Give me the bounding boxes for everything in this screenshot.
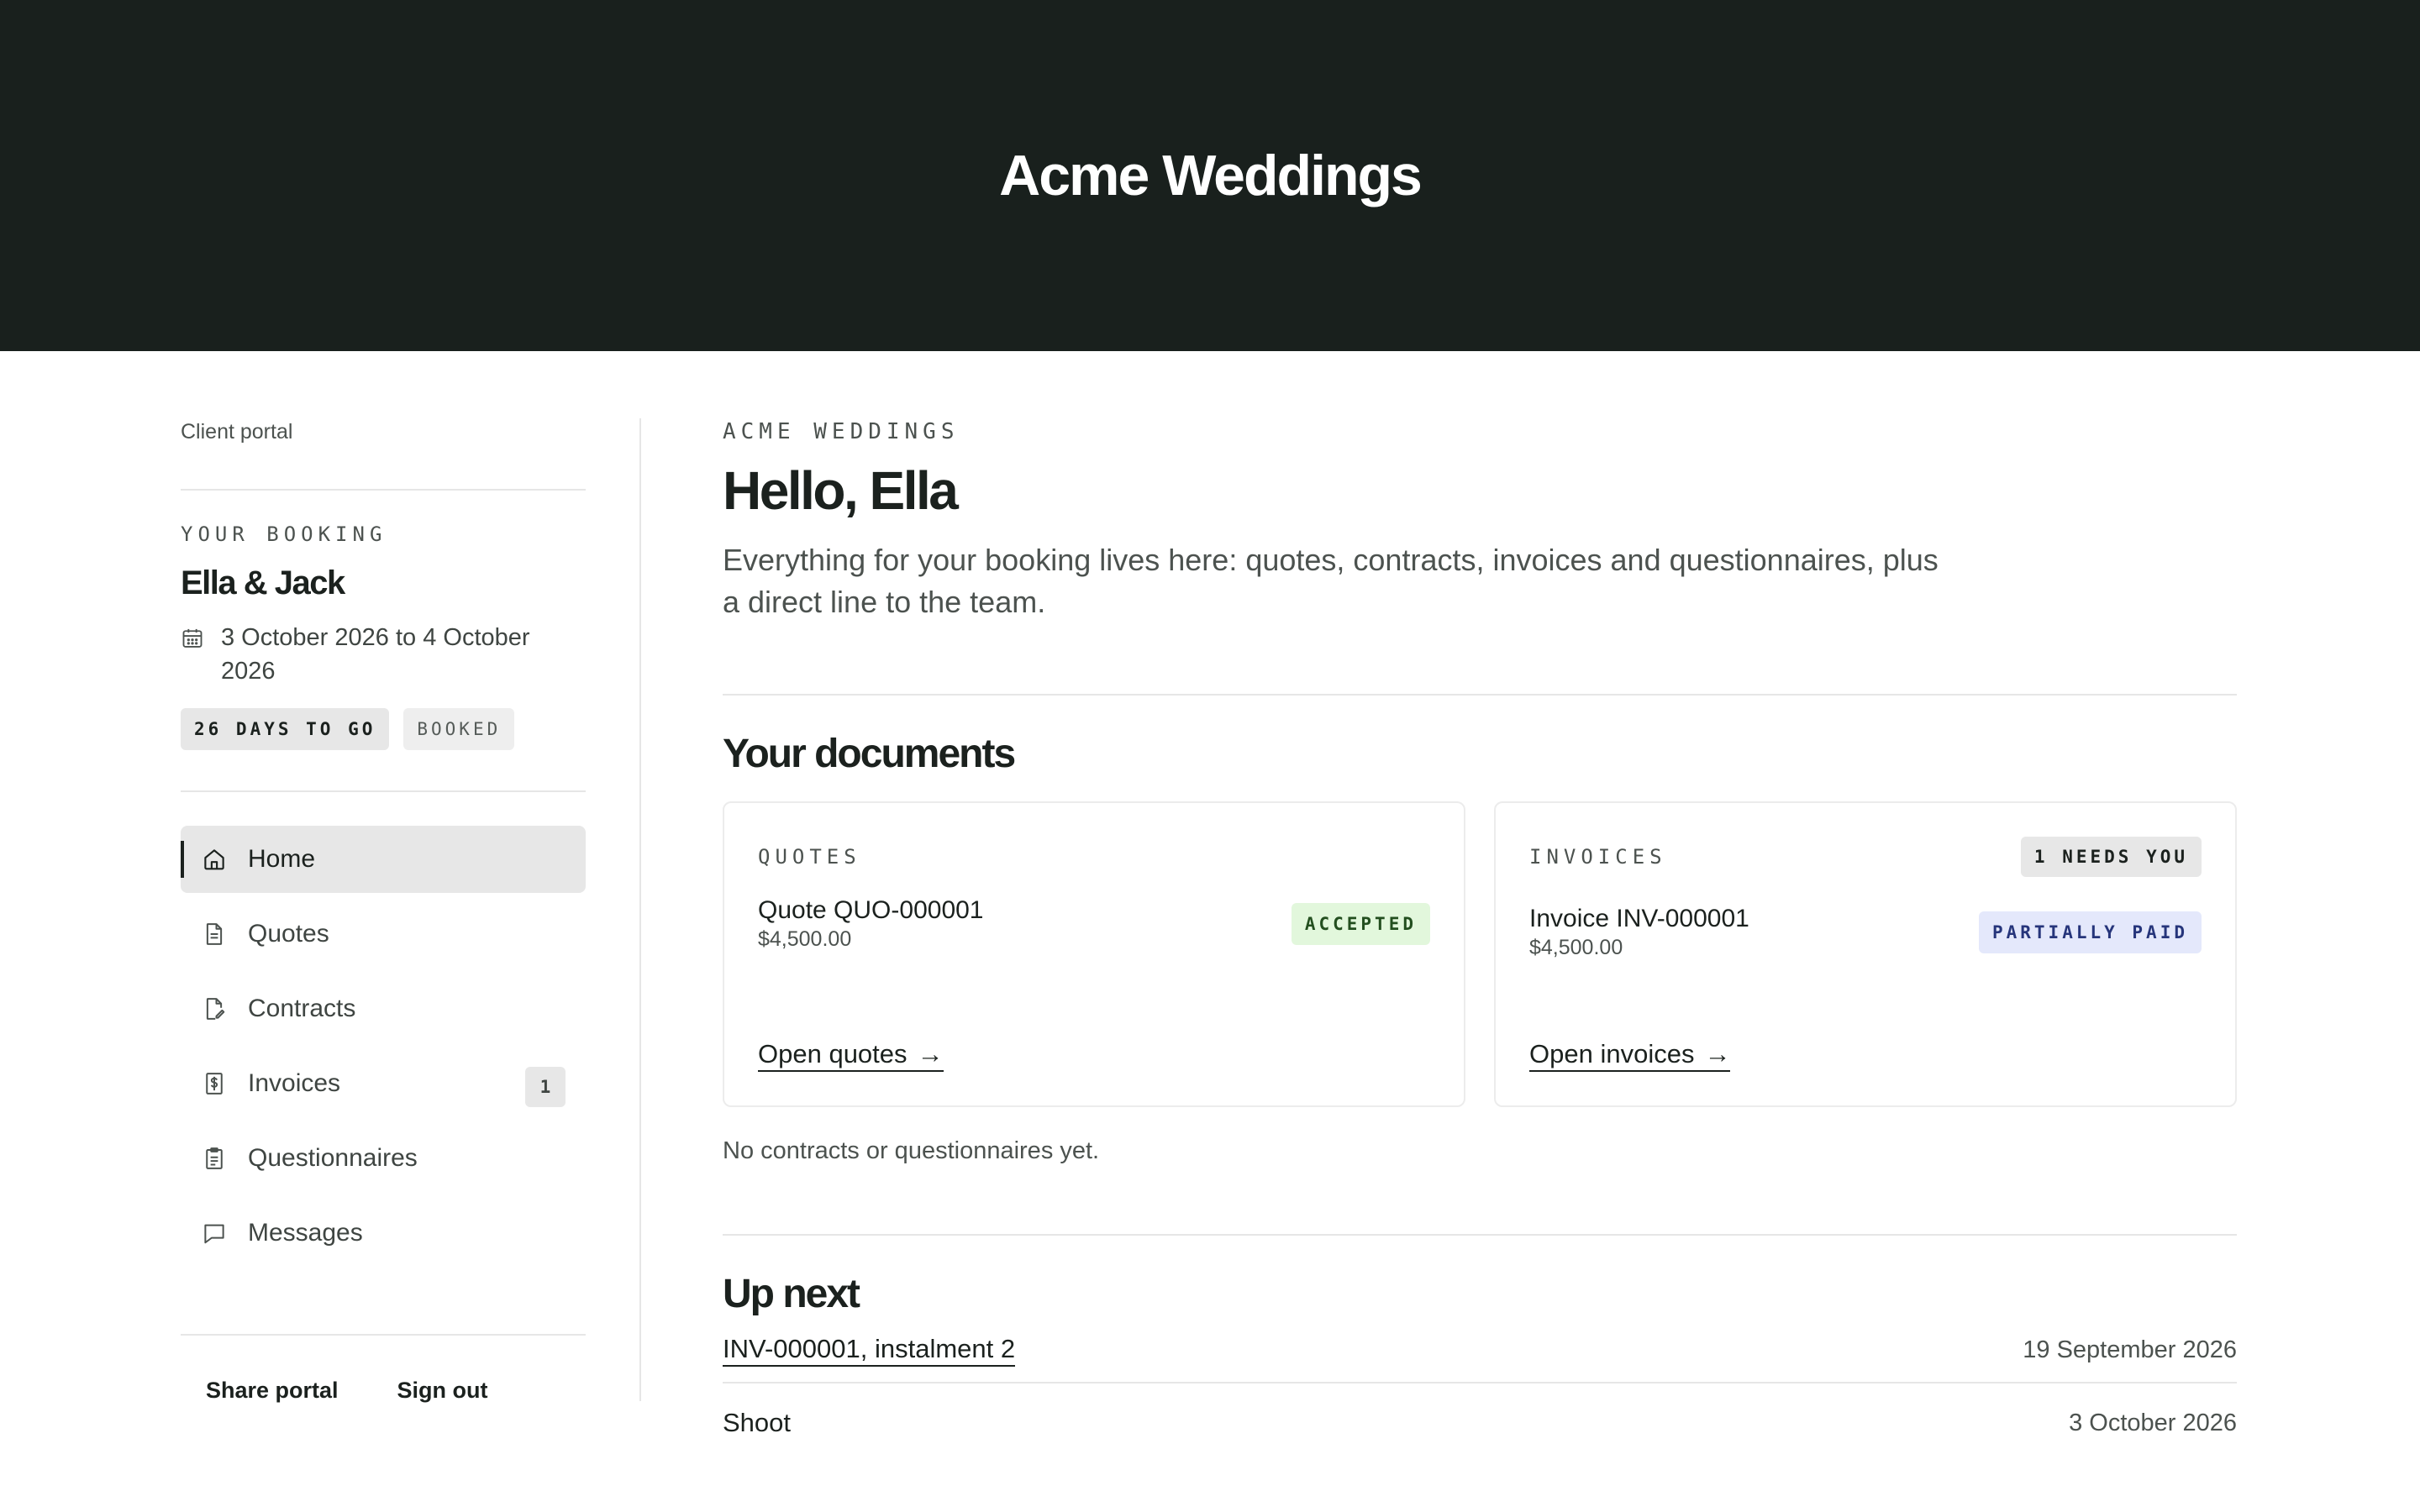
invoices-card-eyebrow: INVOICES xyxy=(1529,845,1667,869)
upnext-item-label: Shoot xyxy=(723,1408,792,1437)
booking-eyebrow: YOUR BOOKING xyxy=(181,522,387,546)
open-invoices-label: Open invoices xyxy=(1529,1039,1695,1068)
document-icon xyxy=(206,923,223,945)
upnext-item-date: 19 September 2026 xyxy=(2023,1336,2237,1363)
invoice-dollar-icon xyxy=(206,1073,223,1095)
sidebar-item-label: Invoices xyxy=(248,1069,341,1097)
invoice-status-badge: PARTIALLY PAID xyxy=(1978,911,2202,953)
main-eyebrow: ACME WEDDINGS xyxy=(723,419,960,444)
main-content: ACME WEDDINGS Hello, Ella Everything for… xyxy=(723,418,2237,1462)
card-header: QUOTES xyxy=(758,837,1430,877)
countdown-badge: 26 DAYS TO GO xyxy=(181,708,390,750)
sidebar-item-label: Questionnaires xyxy=(248,1144,418,1172)
upnext-item-link[interactable]: INV-000001, instalment 2 xyxy=(723,1333,1016,1367)
open-invoices-link[interactable]: Open invoices → xyxy=(1529,1038,1731,1072)
invoice-amount: $4,500.00 xyxy=(1529,936,1623,959)
documents-title: Your documents xyxy=(723,732,1016,776)
upnext-title: Up next xyxy=(723,1272,860,1316)
quote-amount: $4,500.00 xyxy=(758,927,852,951)
booking-status-badge: BOOKED xyxy=(403,708,515,750)
card-header: INVOICES 1 NEEDS YOU xyxy=(1529,837,2202,877)
quotes-card-eyebrow: QUOTES xyxy=(758,845,861,869)
document-cards: QUOTES Quote QUO-000001 $4,500.00 ACCEPT… xyxy=(723,801,2237,1107)
quote-name: Quote QUO-000001 xyxy=(758,896,984,924)
sidebar-footer: Share portal Sign out xyxy=(181,1378,586,1404)
sidebar-item-contracts[interactable]: Contracts xyxy=(181,975,586,1042)
portal-label: Client portal xyxy=(181,420,293,444)
sidebar-item-home[interactable]: Home xyxy=(181,826,586,893)
divider xyxy=(181,790,586,792)
divider xyxy=(181,489,586,491)
upnext-list: INV-000001, instalment 2 19 September 20… xyxy=(723,1318,2237,1462)
quote-row: Quote QUO-000001 $4,500.00 ACCEPTED xyxy=(758,895,1430,952)
arrow-right-icon: → xyxy=(917,1039,944,1068)
sidebar-nav: Home Quotes Contracts Invoices 1 Questio… xyxy=(181,826,586,1267)
sidebar-item-quotes[interactable]: Quotes xyxy=(181,900,586,968)
sidebar: Client portal YOUR BOOKING Ella & Jack 3… xyxy=(181,418,586,1404)
invoices-count-badge: 1 xyxy=(525,1067,566,1107)
upnext-item: Shoot 3 October 2026 xyxy=(723,1383,2237,1462)
home-icon xyxy=(204,849,224,870)
upnext-item-date: 3 October 2026 xyxy=(2069,1409,2237,1436)
page-header: Acme Weddings xyxy=(0,0,2420,351)
sidebar-item-invoices[interactable]: Invoices 1 xyxy=(181,1050,586,1117)
quotes-card: QUOTES Quote QUO-000001 $4,500.00 ACCEPT… xyxy=(723,801,1465,1107)
invoice-name: Invoice INV-000001 xyxy=(1529,905,1749,932)
share-portal-button[interactable]: Share portal xyxy=(206,1378,339,1404)
sidebar-item-label: Home xyxy=(248,845,316,873)
invoices-card: INVOICES 1 NEEDS YOU Invoice INV-000001 … xyxy=(1494,801,2237,1107)
site-title: Acme Weddings xyxy=(999,144,1423,207)
calendar-icon xyxy=(182,628,203,648)
sign-out-button[interactable]: Sign out xyxy=(397,1378,488,1404)
contract-edit-icon xyxy=(206,998,225,1020)
clipboard-icon xyxy=(206,1147,223,1169)
booking-name: Ella & Jack xyxy=(181,564,345,601)
sidebar-divider xyxy=(639,418,641,1401)
divider xyxy=(181,1334,586,1336)
sidebar-item-messages[interactable]: Messages xyxy=(181,1200,586,1267)
sidebar-item-questionnaires[interactable]: Questionnaires xyxy=(181,1125,586,1192)
message-icon xyxy=(204,1224,224,1244)
needs-you-badge: 1 NEEDS YOU xyxy=(2020,837,2202,877)
booking-badges: 26 DAYS TO GO BOOKED xyxy=(181,708,586,750)
booking-summary: YOUR BOOKING Ella & Jack 3 October 2026 … xyxy=(181,522,586,750)
booking-dates: 3 October 2026 to 4 October 2026 xyxy=(181,621,586,688)
booking-date-text: 3 October 2026 to 4 October 2026 xyxy=(221,624,530,685)
sidebar-item-label: Quotes xyxy=(248,920,329,948)
invoice-info: Invoice INV-000001 $4,500.00 xyxy=(1529,904,1749,960)
quote-info: Quote QUO-000001 $4,500.00 xyxy=(758,895,984,952)
intro-text: Everything for your booking lives here: … xyxy=(723,543,1939,619)
open-quotes-link[interactable]: Open quotes → xyxy=(758,1038,944,1072)
section-divider xyxy=(723,1234,2237,1236)
section-divider xyxy=(723,694,2237,696)
greeting: Hello, Ella xyxy=(723,460,959,521)
sidebar-item-label: Contracts xyxy=(248,995,356,1022)
upnext-item: INV-000001, instalment 2 19 September 20… xyxy=(723,1318,2237,1383)
open-quotes-label: Open quotes xyxy=(758,1039,908,1068)
sidebar-item-label: Messages xyxy=(248,1219,363,1247)
empty-documents-note: No contracts or questionnaires yet. xyxy=(723,1137,1100,1164)
quote-status-badge: ACCEPTED xyxy=(1291,902,1430,945)
arrow-right-icon: → xyxy=(1704,1039,1731,1068)
invoice-row: Invoice INV-000001 $4,500.00 PARTIALLY P… xyxy=(1529,904,2202,960)
